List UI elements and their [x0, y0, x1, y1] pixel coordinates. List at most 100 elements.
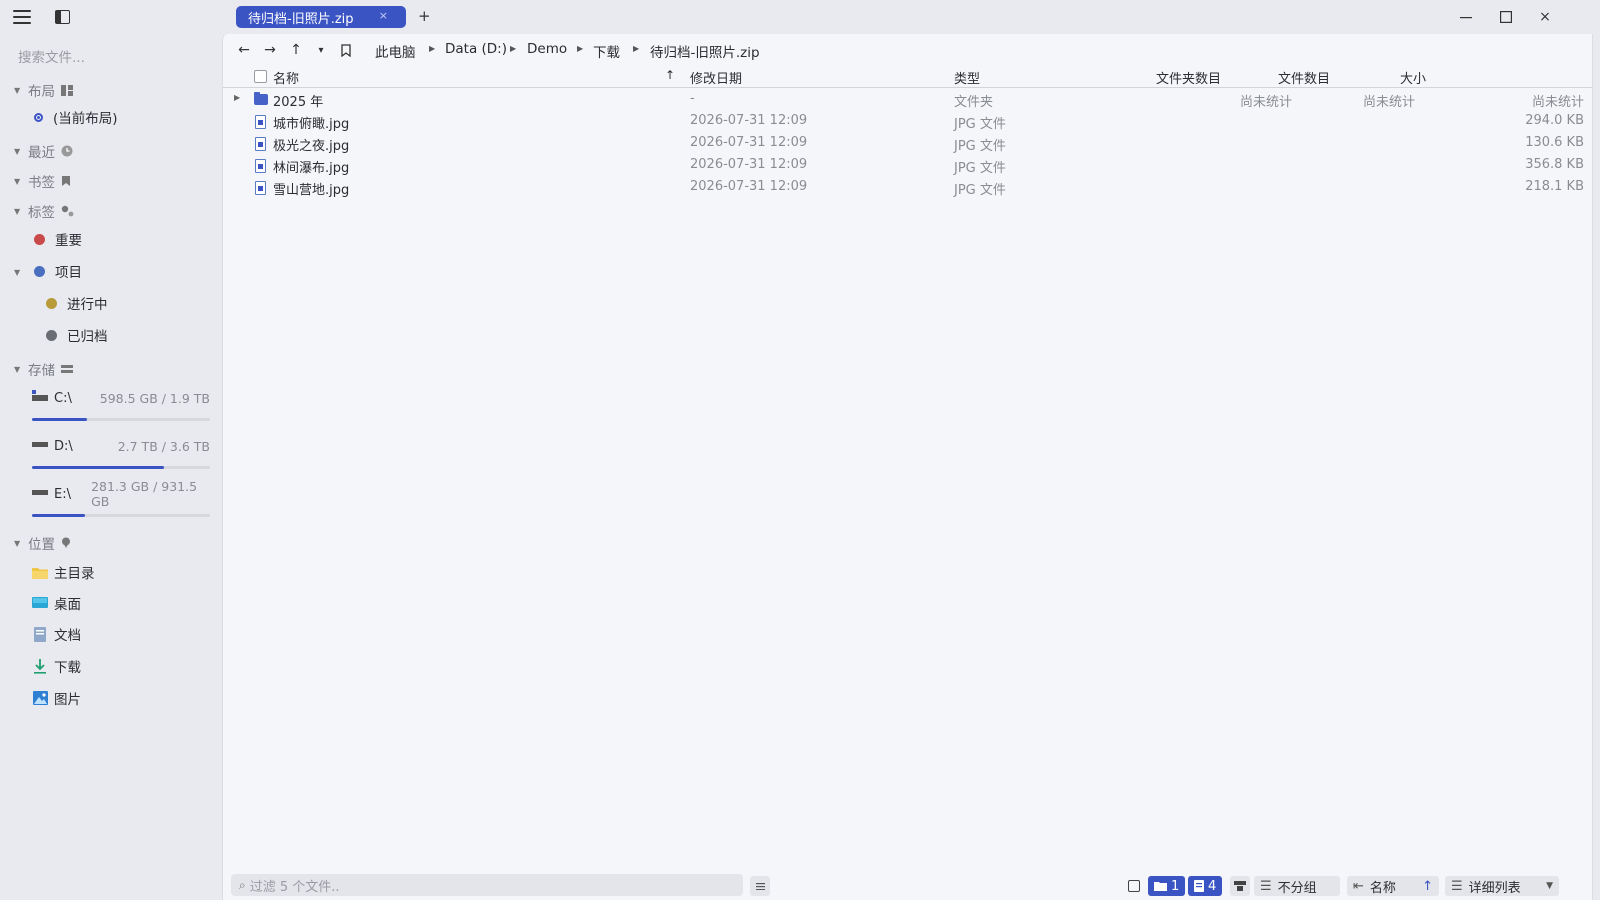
location-pictures[interactable]: 图片: [32, 686, 81, 710]
image-file-icon: [255, 159, 266, 173]
tab-close-icon[interactable]: ×: [379, 9, 388, 22]
row-type: JPG 文件: [954, 183, 1006, 198]
sort-icon: ⇤: [1353, 878, 1364, 894]
section-locations[interactable]: ▼ 位置: [14, 533, 71, 553]
section-layout[interactable]: ▼ 布局: [14, 80, 73, 100]
preview-icon: [1234, 881, 1246, 891]
bookmark-icon: [61, 175, 71, 187]
collapse-arrow-icon: ▼: [14, 85, 21, 95]
collapse-arrow-icon: ▼: [14, 538, 21, 548]
drive-usage-bar: [32, 418, 210, 421]
sort-ascending-icon[interactable]: ↑: [665, 68, 675, 82]
drive-name: D:\: [54, 438, 73, 454]
group-by-dropdown[interactable]: ☰ 不分组: [1254, 876, 1340, 896]
status-bar: ⌕ 过滤 5 个文件.. 1 4 ☰ 不分组 ⇤ 名称 ↑ ☰ 详细列表 ▼: [223, 870, 1592, 900]
column-modified[interactable]: 修改日期: [690, 68, 742, 87]
breadcrumb-demo[interactable]: Demo: [527, 41, 567, 57]
tag-project-toggle[interactable]: ▼: [14, 262, 28, 282]
file-row[interactable]: 城市俯瞰.jpg 2026-07-31 12:09 JPG 文件 294.0 K…: [223, 110, 1592, 132]
view-mode-dropdown[interactable]: ☰ 详细列表 ▼: [1445, 876, 1559, 896]
maximize-button[interactable]: [1496, 7, 1516, 27]
breadcrumb-archive[interactable]: 待归档-旧照片.zip: [650, 41, 760, 61]
row-name: 极光之夜.jpg: [273, 139, 350, 154]
column-folder-count[interactable]: 文件夹数目: [1156, 68, 1221, 87]
preview-pane-button[interactable]: [1230, 876, 1250, 896]
location-label: 文档: [54, 628, 81, 644]
folders-count: 1: [1171, 878, 1180, 894]
collapse-arrow-icon: ▼: [14, 206, 21, 216]
tag-in-progress[interactable]: 进行中: [46, 291, 108, 315]
tag-dot-icon: [34, 265, 45, 277]
tab-bar: 待归档-旧照片.zip × + ×: [222, 0, 1600, 34]
filter-placeholder: 过滤 5 个文件..: [249, 879, 340, 895]
file-row[interactable]: 林间瀑布.jpg 2026-07-31 12:09 JPG 文件 356.8 K…: [223, 154, 1592, 176]
sidebar-search-input[interactable]: 搜索文件...: [18, 46, 208, 66]
file-row[interactable]: 极光之夜.jpg 2026-07-31 12:09 JPG 文件 130.6 K…: [223, 132, 1592, 154]
document-icon: [32, 626, 48, 642]
file-row[interactable]: 雪山营地.jpg 2026-07-31 12:09 JPG 文件 218.1 K…: [223, 176, 1592, 198]
layout-current-label: (当前布局): [53, 111, 118, 127]
select-toggle-checkbox[interactable]: [1128, 876, 1140, 896]
column-name[interactable]: 名称: [273, 68, 299, 87]
sort-direction-icon[interactable]: ↑: [1422, 879, 1433, 894]
breadcrumb-data-d[interactable]: Data (D:): [445, 41, 507, 57]
sidebar-toggle-icon[interactable]: [55, 10, 70, 24]
section-recent[interactable]: ▼ 最近: [14, 141, 73, 161]
select-all-checkbox[interactable]: [254, 70, 267, 83]
drive-c[interactable]: C:\ 598.5 GB / 1.9 TB: [32, 387, 210, 409]
drive-usage-bar: [32, 514, 210, 517]
navigation-bar: ← → ↑ ▾ 此电脑 ▶ Data (D:) ▶ Demo ▶ 下载 ▶ 待归…: [223, 34, 1592, 66]
image-file-icon: [255, 137, 266, 151]
row-modified: 2026-07-31 12:09: [690, 179, 808, 194]
new-tab-button[interactable]: +: [418, 7, 431, 25]
drive-icon: [32, 438, 48, 454]
close-icon: ×: [1539, 9, 1551, 25]
row-name: 林间瀑布.jpg: [273, 161, 350, 176]
history-dropdown-button[interactable]: ▾: [311, 40, 331, 60]
forward-button[interactable]: →: [260, 40, 280, 60]
column-size[interactable]: 大小: [1400, 68, 1426, 87]
location-desktop[interactable]: 桌面: [32, 591, 81, 615]
tab-active[interactable]: 待归档-旧照片.zip ×: [236, 6, 406, 28]
row-type: JPG 文件: [954, 139, 1006, 154]
file-icon: [1194, 880, 1204, 892]
breadcrumb-downloads[interactable]: 下载: [593, 41, 620, 61]
drive-system-icon: [32, 390, 48, 406]
sort-by-dropdown[interactable]: ⇤ 名称 ↑: [1347, 876, 1439, 896]
drive-usage-bar: [32, 466, 210, 469]
folder-row[interactable]: ▶ 2025 年 - 文件夹 尚未统计 尚未统计 尚未统计: [223, 88, 1592, 110]
row-file-count: 尚未统计: [1362, 95, 1415, 110]
column-file-count[interactable]: 文件数目: [1278, 68, 1330, 87]
section-bookmarks[interactable]: ▼ 书签: [14, 171, 71, 191]
up-button[interactable]: ↑: [286, 40, 306, 60]
drive-d[interactable]: D:\ 2.7 TB / 3.6 TB: [32, 435, 210, 457]
tag-archived[interactable]: 已归档: [46, 323, 108, 347]
folders-count-badge[interactable]: 1: [1148, 876, 1186, 896]
menu-icon[interactable]: [13, 10, 31, 24]
radio-selected-icon: [34, 112, 43, 122]
column-type[interactable]: 类型: [954, 68, 980, 87]
location-home[interactable]: 主目录: [32, 560, 95, 584]
location-label: 下载: [54, 660, 81, 676]
location-downloads[interactable]: 下载: [32, 654, 81, 678]
expand-arrow-icon[interactable]: ▶: [234, 93, 240, 102]
drive-usage-fill: [32, 466, 164, 469]
section-tags[interactable]: ▼ 标签: [14, 201, 74, 221]
filter-input[interactable]: ⌕ 过滤 5 个文件..: [231, 874, 743, 896]
layout-icon: [61, 84, 73, 96]
back-button[interactable]: ←: [234, 40, 254, 60]
breadcrumb-this-pc[interactable]: 此电脑: [375, 41, 416, 61]
tag-project[interactable]: 项目: [34, 259, 82, 283]
drive-e[interactable]: E:\ 281.3 GB / 931.5 GB: [32, 479, 210, 509]
section-storage-label: 存储: [28, 363, 55, 379]
bookmark-add-icon[interactable]: [336, 40, 356, 60]
location-documents[interactable]: 文档: [32, 622, 81, 646]
section-storage[interactable]: ▼ 存储: [14, 359, 73, 379]
drive-usage-fill: [32, 514, 86, 517]
close-window-button[interactable]: ×: [1535, 7, 1555, 27]
tag-important[interactable]: 重要: [34, 227, 82, 251]
minimize-button[interactable]: [1456, 7, 1476, 27]
filter-options-button[interactable]: [750, 876, 770, 896]
files-count-badge[interactable]: 4: [1188, 876, 1223, 896]
layout-current[interactable]: (当前布局): [34, 105, 118, 129]
